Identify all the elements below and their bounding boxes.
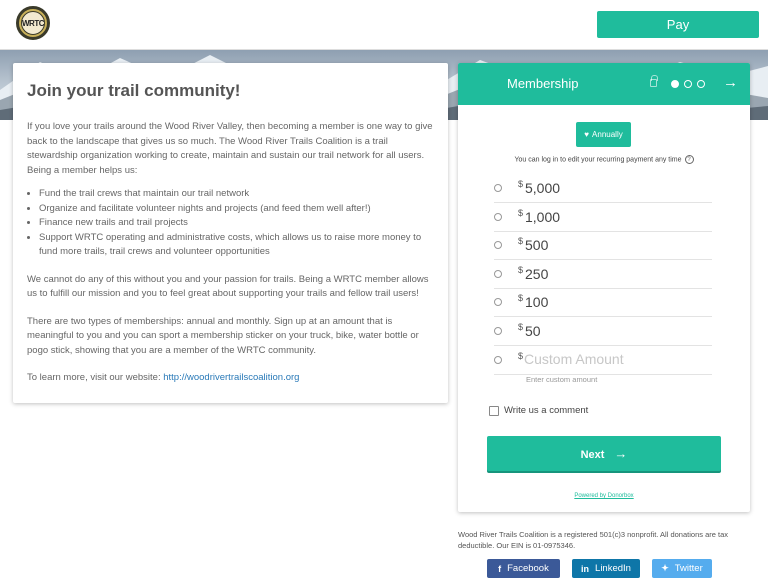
currency-symbol: $ bbox=[518, 351, 524, 361]
comment-checkbox[interactable] bbox=[489, 405, 499, 416]
benefits-list: Fund the trail crews that maintain our t… bbox=[39, 187, 434, 260]
share-facebook-button[interactable]: f Facebook bbox=[487, 559, 560, 578]
amount-value: 1,000 bbox=[525, 209, 561, 225]
donation-form: Membership → ♥ Annually You can log in to… bbox=[458, 63, 750, 512]
help-icon[interactable]: ? bbox=[684, 155, 694, 164]
amount-value: 500 bbox=[525, 237, 549, 253]
amount-value: 5,000 bbox=[525, 180, 561, 196]
amount-value: 50 bbox=[525, 323, 541, 339]
logo-text: WRTC bbox=[21, 11, 45, 35]
powered-by-link[interactable]: Powered by Donorbox bbox=[458, 493, 750, 499]
radio-button[interactable] bbox=[494, 356, 502, 364]
amount-option[interactable]: $ 100 bbox=[494, 289, 712, 317]
radio-button[interactable] bbox=[494, 270, 502, 278]
next-arrow-icon[interactable]: → bbox=[723, 74, 738, 91]
list-item: Organize and facilitate volunteer nights… bbox=[39, 202, 434, 217]
next-button[interactable]: Next → bbox=[487, 436, 721, 471]
facebook-label: Facebook bbox=[507, 563, 549, 574]
currency-symbol: $ bbox=[518, 236, 524, 246]
amount-option[interactable]: $ 500 bbox=[494, 232, 712, 260]
currency-symbol: $ bbox=[518, 179, 524, 189]
amount-option[interactable]: $ 50 bbox=[494, 318, 712, 346]
wrtc-logo[interactable]: WRTC bbox=[16, 6, 50, 40]
twitter-icon: ✦ bbox=[661, 563, 669, 573]
website-link[interactable]: http://woodrivertrailscoalition.org bbox=[163, 372, 299, 383]
membership-types-paragraph: There are two types of memberships: annu… bbox=[27, 315, 419, 356]
amount-value: 250 bbox=[525, 266, 549, 282]
radio-button[interactable] bbox=[494, 213, 502, 221]
step-dot bbox=[684, 80, 692, 88]
list-item: Fund the trail crews that maintain our t… bbox=[39, 187, 434, 202]
radio-button[interactable] bbox=[494, 327, 502, 335]
share-linkedin-button[interactable]: in LinkedIn bbox=[572, 559, 640, 578]
heart-icon: ♥ bbox=[584, 130, 590, 139]
currency-symbol: $ bbox=[518, 265, 524, 275]
login-note: You can log in to edit your recurring pa… bbox=[458, 155, 750, 164]
comment-toggle[interactable]: Write us a comment bbox=[489, 405, 588, 416]
currency-symbol: $ bbox=[518, 322, 524, 332]
custom-amount-option[interactable]: $ bbox=[494, 347, 712, 375]
learn-more: To learn more, visit our website: http:/… bbox=[27, 371, 434, 386]
page-title: Join your trail community! bbox=[27, 81, 241, 100]
radio-button[interactable] bbox=[494, 184, 502, 192]
next-label: Next bbox=[580, 449, 605, 461]
intro-paragraph: If you love your trails around the Wood … bbox=[27, 121, 433, 176]
custom-amount-input[interactable] bbox=[524, 351, 709, 367]
linkedin-label: LinkedIn bbox=[595, 563, 631, 574]
facebook-icon: f bbox=[498, 563, 502, 574]
list-item: Finance new trails and trail projects bbox=[39, 216, 434, 231]
frequency-label: Annually bbox=[592, 130, 623, 139]
radio-button[interactable] bbox=[494, 298, 502, 306]
amount-option[interactable]: $ 1,000 bbox=[494, 204, 712, 232]
donation-title: Membership bbox=[507, 76, 579, 91]
twitter-label: Twitter bbox=[674, 563, 703, 574]
comment-label: Write us a comment bbox=[504, 405, 589, 416]
nonprofit-note: Wood River Trails Coalition is a registe… bbox=[458, 530, 728, 550]
amount-option[interactable]: $ 5,000 bbox=[494, 175, 712, 203]
currency-symbol: $ bbox=[518, 208, 524, 218]
info-card: Join your trail community! If you love y… bbox=[13, 63, 448, 403]
amount-option[interactable]: $ 250 bbox=[494, 261, 712, 289]
list-item: Support WRTC operating and administrativ… bbox=[39, 231, 434, 260]
top-bar: WRTC Pay bbox=[0, 0, 768, 50]
step-dot-active bbox=[671, 80, 679, 88]
share-twitter-button[interactable]: ✦ Twitter bbox=[652, 559, 712, 578]
currency-symbol: $ bbox=[518, 293, 524, 303]
learn-more-label: To learn more, visit our website: bbox=[27, 372, 161, 383]
mission-paragraph: We cannot do any of this without you and… bbox=[27, 273, 429, 300]
amount-value: 100 bbox=[525, 294, 549, 310]
frequency-annually-button[interactable]: ♥ Annually bbox=[576, 122, 631, 147]
step-indicator bbox=[671, 80, 705, 88]
arrow-right-icon: → bbox=[614, 446, 628, 461]
login-note-text: You can log in to edit your recurring pa… bbox=[514, 156, 682, 164]
radio-button[interactable] bbox=[494, 241, 502, 249]
step-dot bbox=[697, 80, 705, 88]
donation-header: Membership → bbox=[458, 63, 750, 105]
pay-button[interactable]: Pay bbox=[597, 11, 759, 38]
custom-amount-hint: Enter custom amount bbox=[526, 375, 598, 384]
linkedin-icon: in bbox=[581, 563, 590, 574]
lock-icon bbox=[650, 75, 658, 87]
